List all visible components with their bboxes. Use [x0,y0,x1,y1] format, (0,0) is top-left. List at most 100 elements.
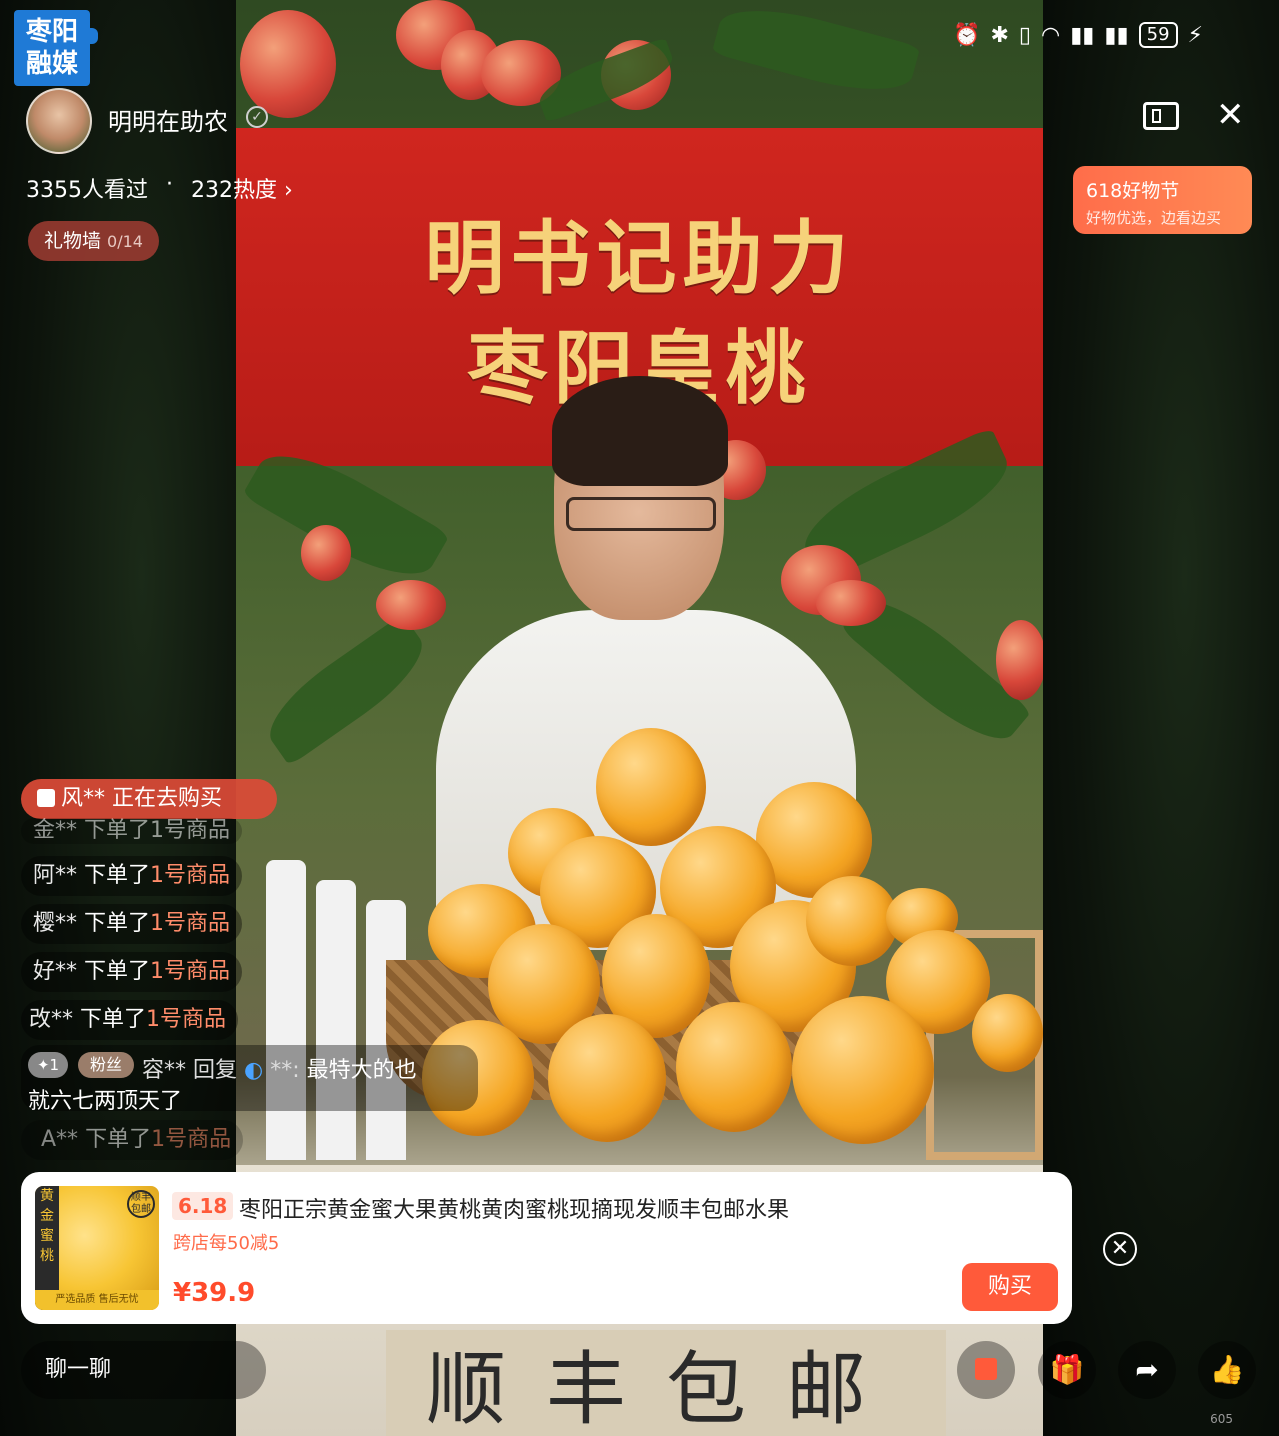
order-product: 1号商品 [150,863,231,888]
order-product: 1号商品 [150,959,231,984]
foam-tray [316,880,356,1160]
gift-wall-count: 0/14 [107,232,143,251]
order-product: 1号商品 [151,1127,232,1152]
minimize-window-icon[interactable] [1143,102,1179,130]
order-action: 下单了 [84,911,151,936]
peach [816,580,886,626]
order-user: 改** [29,1007,74,1032]
bluetooth-icon: ✱ [990,22,1009,48]
host-name[interactable]: 明明在助农 [108,102,228,137]
share-icon[interactable]: ➦ [1118,1341,1176,1399]
product-image[interactable]: 黄金蜜桃 顺丰包邮 严选品质 售后无忧 [35,1186,159,1310]
corner-number: 605 [1210,1412,1233,1426]
wifi-icon: ◠ [1041,22,1061,48]
faded-order-item: 金** 下单了1号商品 [21,818,242,844]
signal-icon-2: ▮▮ [1104,22,1129,48]
reply-verb: 回复 [193,1058,238,1083]
live-stream-screen: 明书记助力 枣阳皇桃 顺丰包邮 枣阳 融媒 ⏰ ✱ ▯ ◠ ▮▮ ▮▮ 59 ⚡… [0,0,1279,1436]
level-badge: ✦1 [28,1052,68,1078]
like-icon[interactable]: 👍 [1198,1341,1256,1399]
reply-text-2: 就六七两顶天了 [28,1089,183,1114]
separator-dot: · [166,172,173,197]
window-inner-icon [1152,109,1161,123]
shipping-sign: 顺丰包邮 [386,1330,946,1436]
order-item: 改** 下单了1号商品 [21,1000,239,1040]
logo-line-2: 融媒 [25,49,78,79]
reply-user: 容** [142,1058,187,1083]
order-product: 1号商品 [146,1007,227,1032]
peach [301,525,351,581]
reply-target: **: [270,1058,300,1083]
leaf [255,613,437,767]
order-product: 1号商品 [150,911,231,936]
gift-wall-button[interactable]: 礼物墙 0/14 [28,221,159,261]
sale-badge: 6.18 [172,1192,234,1220]
signal-icon: ▮▮ [1070,22,1095,48]
station-logo: 枣阳 融媒 [14,10,90,86]
yellow-peach [792,996,934,1144]
logo-tab [88,28,98,44]
yellow-peach [972,994,1043,1072]
peach [996,620,1043,700]
product-image-footer: 严选品质 售后无忧 [35,1290,159,1310]
product-card[interactable]: 黄金蜜桃 顺丰包邮 严选品质 售后无忧 6.18 枣阳正宗黄金蜜大果黄桃黄肉蜜桃… [21,1172,1072,1324]
order-user: 阿** [33,863,78,888]
order-item: 好** 下单了1号商品 [21,952,243,992]
host-glasses [566,497,716,531]
buying-notice: 风** 正在去购买 [21,779,277,819]
product-promo: 跨店每50减5 [173,1233,280,1254]
fan-badge: 粉丝 [78,1052,134,1078]
peach [376,580,446,630]
order-action: 下单了 [80,1007,147,1032]
host-hair [552,376,728,486]
product-image-tag: 顺丰包邮 [127,1190,155,1218]
shopping-bag-icon [975,1358,997,1380]
product-title[interactable]: 枣阳正宗黄金蜜大果黄桃黄肉蜜桃现摘现发顺丰包邮水果 [239,1192,789,1224]
order-item: 樱** 下单了1号商品 [21,904,243,944]
verified-icon: ✓ [246,106,268,128]
order-user: 樱** [33,911,78,936]
status-bar: ⏰ ✱ ▯ ◠ ▮▮ ▮▮ 59 ⚡ [953,22,1203,48]
order-action: 下单了 [84,863,151,888]
reply-target-icon: ◐ [244,1058,264,1083]
promo-618-card[interactable]: 618好物节 好物优选，边看边买 [1073,166,1252,234]
close-icon[interactable]: ✕ [1216,98,1245,132]
close-product-icon[interactable]: ✕ [1103,1232,1137,1266]
peach [240,10,336,118]
battery-icon: 59 [1138,22,1178,48]
product-price: ¥39.9 [173,1278,256,1308]
reply-text-1: 最特大的也 [306,1058,417,1083]
yellow-peach [806,876,898,966]
foam-tray [266,860,306,1160]
buying-text: 风** 正在去购买 [61,786,222,811]
logo-line-1: 枣阳 [25,17,78,47]
yellow-peach [596,728,706,846]
stream-stats[interactable]: 3355人看过 · 232热度 › [26,172,293,204]
shop-button[interactable] [957,1341,1015,1399]
banner-line-1: 明书记助力 [424,212,855,305]
yellow-peach [548,1014,666,1142]
order-action: 下单了 [84,959,151,984]
order-item: 阿** 下单了1号商品 [21,856,243,896]
charging-icon: ⚡ [1187,22,1203,48]
gift-icon[interactable]: 🎁 [1038,1341,1096,1399]
order-user: 好** [33,959,78,984]
yellow-peach [676,1002,792,1132]
viewer-count: 3355人看过 [26,178,148,203]
reply-header: 容** 回复 ◐ **: 最特大的也 [142,1052,417,1084]
leaf [711,0,921,105]
promo-title: 618好物节 [1086,180,1180,202]
order-action: 下单了 [85,1127,152,1152]
faded-order-text: 金** 下单了1号商品 [33,818,230,843]
vibrate-icon: ▯ [1018,22,1031,48]
host-avatar[interactable] [26,88,92,154]
order-item: A** 下单了1号商品 [21,1120,244,1160]
gift-wall-label: 礼物墙 [44,230,102,252]
buy-button[interactable]: 购买 [962,1263,1058,1311]
heat-count[interactable]: 232热度 › [191,172,293,204]
shopping-bag-icon [37,789,55,807]
alarm-icon: ⏰ [953,22,981,48]
promo-subtitle: 好物优选，边看边买 [1086,209,1222,227]
chat-input[interactable]: 聊一聊 [21,1341,266,1399]
order-user: A** [41,1127,79,1152]
